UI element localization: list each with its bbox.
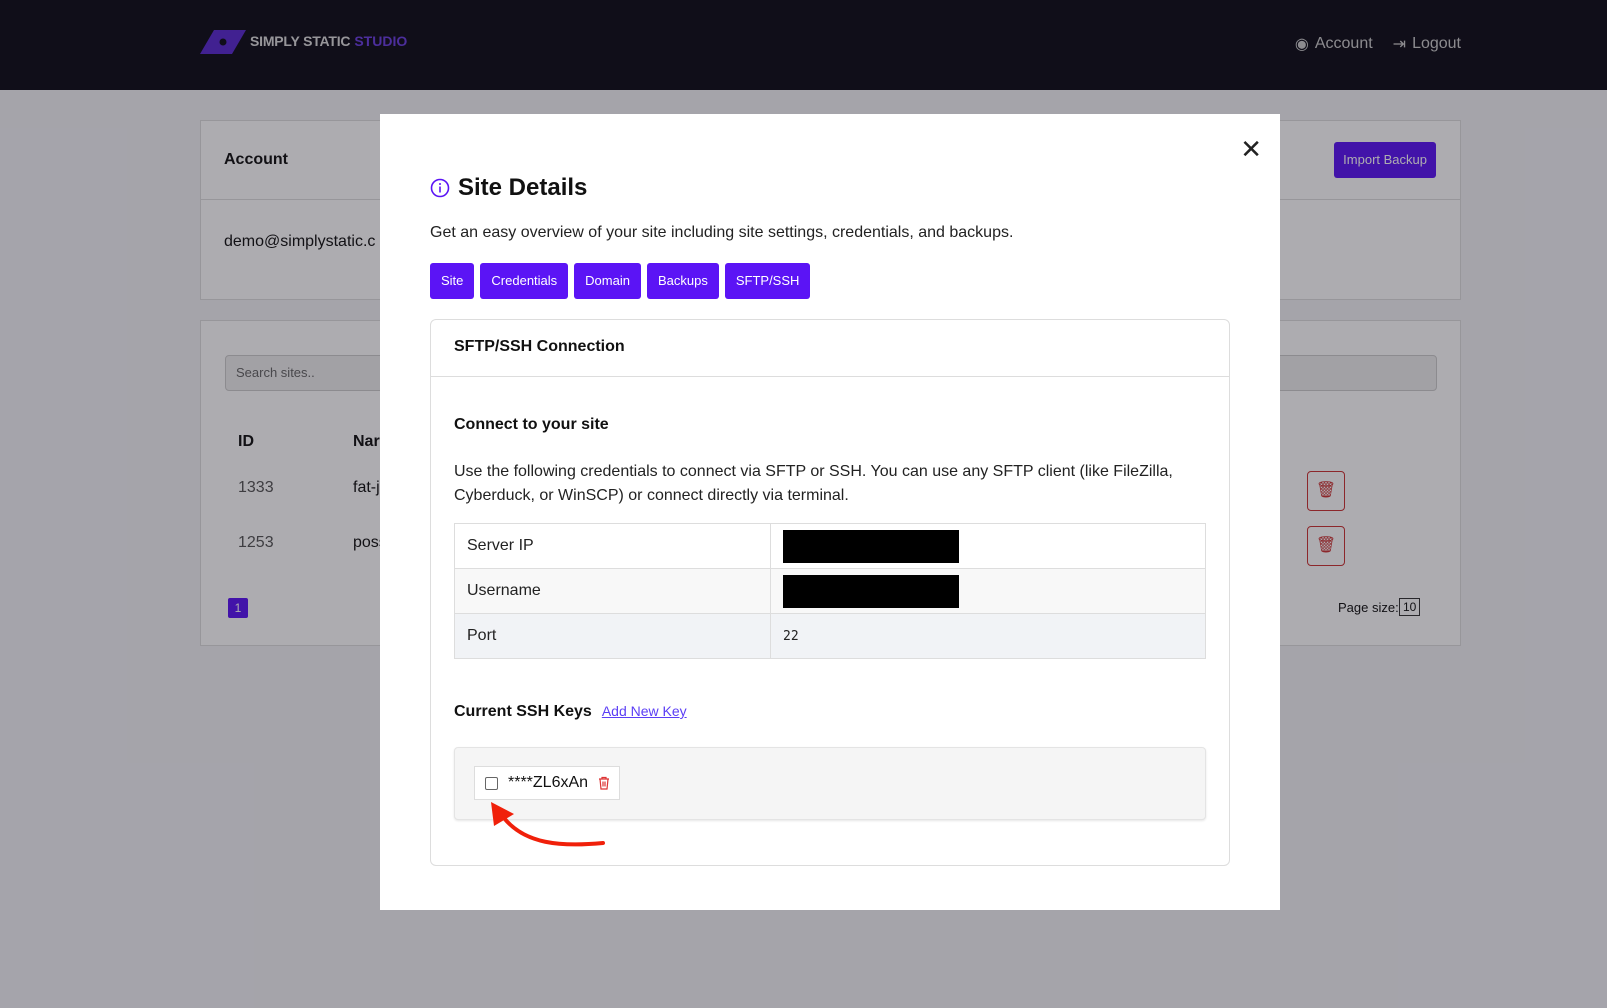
- import-backup-button[interactable]: Import Backup: [1334, 142, 1436, 178]
- redaction: [783, 574, 959, 608]
- account-title: Account: [224, 151, 288, 168]
- cred-value: 22: [770, 613, 1206, 659]
- row-id: 1333: [238, 479, 274, 496]
- credentials-table: Server IP Username Port 22: [454, 523, 1206, 659]
- site-details-modal: ✕ Site Details Get an easy overview of y…: [380, 114, 1280, 910]
- top-header: SIMPLY STATIC STUDIO ◉ Account ⇥ Logout: [0, 0, 1607, 90]
- table-row: Port 22: [454, 613, 1206, 659]
- sftp-card: SFTP/SSH Connection Connect to your site…: [430, 319, 1230, 866]
- col-id: ID: [238, 433, 254, 450]
- logo-text: SIMPLY STATIC: [250, 33, 351, 49]
- tab-domain[interactable]: Domain: [574, 263, 641, 299]
- search-placeholder: Search sites..: [236, 365, 315, 380]
- tab-site[interactable]: Site: [430, 263, 475, 299]
- ssh-keys-heading: Current SSH Keys: [454, 703, 592, 720]
- cred-value-redacted: [770, 568, 1206, 614]
- pagination-page[interactable]: 1: [228, 598, 248, 618]
- logo-accent: STUDIO: [354, 33, 408, 49]
- tab-sftp-ssh[interactable]: SFTP/SSH: [724, 263, 811, 299]
- nav-account[interactable]: ◉ Account: [1295, 34, 1373, 54]
- row-id: 1253: [238, 534, 274, 551]
- redaction: [783, 529, 959, 563]
- cred-label: Server IP: [454, 523, 771, 569]
- logo-icon: [200, 30, 246, 54]
- row-name[interactable]: fat-j: [353, 479, 380, 497]
- tab-credentials[interactable]: Credentials: [480, 263, 569, 299]
- ssh-key-checkbox[interactable]: [485, 776, 498, 790]
- nav-logout[interactable]: ⇥ Logout: [1393, 34, 1461, 54]
- eye-icon: ◉: [1294, 36, 1309, 53]
- col-name: Nar: [353, 433, 380, 450]
- cred-label: Username: [454, 568, 771, 614]
- modal-title: Site Details: [458, 174, 588, 201]
- logout-icon: ⇥: [1392, 36, 1407, 53]
- ssh-key-name: ****ZL6xAn: [508, 774, 589, 791]
- page-size-label: Page size:: [1338, 600, 1399, 615]
- table-row: Username: [454, 568, 1206, 614]
- logo[interactable]: SIMPLY STATIC STUDIO: [200, 28, 407, 54]
- add-new-key-link[interactable]: Add New Key: [602, 703, 687, 719]
- delete-site-button[interactable]: 🗑: [1307, 526, 1345, 566]
- cred-label: Port: [454, 613, 771, 659]
- cred-value-redacted: [770, 523, 1206, 569]
- connect-text: Use the following credentials to connect…: [454, 463, 1173, 504]
- sftp-card-title: SFTP/SSH Connection: [431, 320, 1229, 377]
- nav-account-label: Account: [1314, 35, 1373, 52]
- page-size-select[interactable]: 10: [1399, 598, 1421, 616]
- nav-logout-label: Logout: [1412, 35, 1461, 52]
- account-email: demo@simplystatic.c: [224, 233, 376, 250]
- trash-icon[interactable]: [598, 776, 610, 790]
- close-icon[interactable]: ✕: [1240, 136, 1262, 162]
- connect-heading: Connect to your site: [454, 416, 609, 433]
- table-row: Server IP: [454, 523, 1206, 569]
- info-icon: [430, 178, 450, 198]
- delete-site-button[interactable]: 🗑: [1307, 471, 1345, 511]
- tab-backups[interactable]: Backups: [646, 263, 719, 299]
- annotation-arrow-icon: [491, 802, 605, 847]
- modal-subtitle: Get an easy overview of your site includ…: [430, 224, 1014, 241]
